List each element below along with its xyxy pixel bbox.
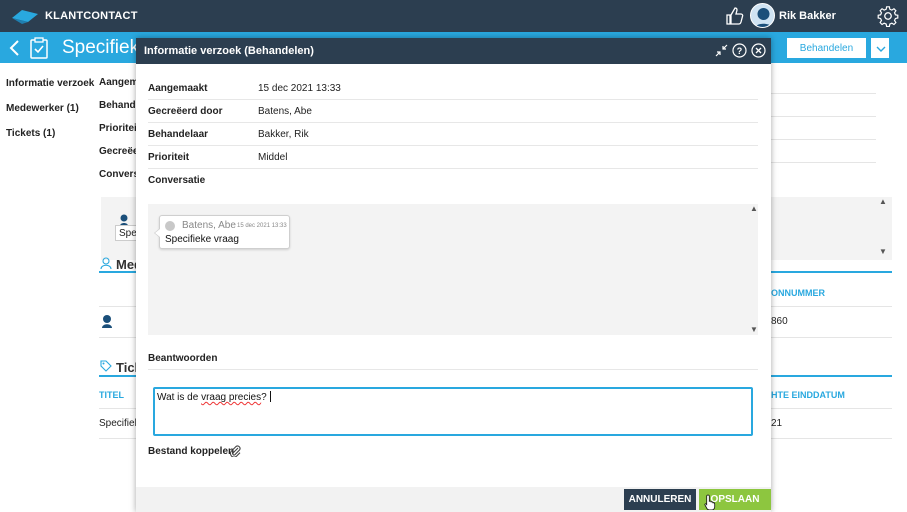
divider [771, 162, 876, 163]
clipboard-check-icon [30, 37, 48, 59]
brand-name: KLANTCONTACT [45, 10, 138, 22]
modal-dialog: Informatie verzoek (Behandelen) ? Aangem… [136, 38, 771, 512]
svg-text:?: ? [737, 46, 743, 56]
scroll-down-icon[interactable]: ▼ [879, 247, 887, 256]
bg-field-label: Prioriteit [99, 123, 141, 134]
field-label-prioriteit: Prioriteit [148, 152, 190, 163]
message-bubble: Batens, Abe 15 dec 2021 13:33 Specifieke… [154, 215, 290, 249]
message-author: Batens, Abe [182, 220, 236, 231]
table-header: ONNUMMER [771, 288, 825, 298]
message-time: 15 dec 2021 13:33 [237, 223, 287, 229]
answer-text: ? [261, 392, 267, 403]
paperclip-icon[interactable] [229, 445, 241, 457]
field-value-aangemaakt: 15 dec 2021 13:33 [258, 83, 341, 94]
table-cell: 860 [771, 316, 788, 327]
table-header: TITEL [99, 390, 124, 400]
person-icon [102, 315, 112, 328]
bg-field-label: Convers [99, 169, 140, 180]
page-title: Specifiek [62, 37, 140, 58]
scroll-down-icon[interactable]: ▼ [750, 325, 758, 334]
top-bar: KLANTCONTACT Rik Bakker [0, 0, 907, 32]
conversation-panel[interactable]: Batens, Abe 15 dec 2021 13:33 Specifieke… [148, 204, 758, 335]
message-text: Specifieke vraag [165, 234, 239, 245]
answer-label: Beantwoorden [148, 353, 218, 364]
divider [148, 145, 758, 146]
back-arrow-icon[interactable] [8, 40, 20, 56]
scroll-up-icon[interactable]: ▲ [750, 204, 758, 213]
table-cell: 21 [771, 418, 783, 429]
divider [771, 116, 876, 117]
field-label-behandelaar: Behandelaar [148, 129, 209, 140]
user-name[interactable]: Rik Bakker [779, 10, 836, 22]
cancel-button[interactable]: ANNULEREN [624, 489, 696, 510]
modal-header: Informatie verzoek (Behandelen) ? [136, 38, 771, 64]
table-header: HTE EINDDATUM [771, 390, 845, 400]
minimize-icon[interactable] [714, 43, 729, 58]
divider [771, 93, 876, 94]
tag-icon [100, 360, 112, 372]
bg-field-label: Gecreëe [99, 146, 139, 157]
close-icon[interactable] [751, 43, 766, 58]
chevron-down-icon [876, 46, 886, 52]
modal-title: Informatie verzoek (Behandelen) [144, 45, 314, 57]
sidebar-item-tickets[interactable]: Tickets (1) [6, 128, 55, 139]
avatar-person-icon [754, 8, 773, 27]
field-value-prioriteit: Middel [258, 152, 288, 163]
divider [148, 369, 758, 370]
sidebar-item-informatie-verzoek[interactable]: Informatie verzoek [6, 78, 94, 89]
logo-icon [12, 10, 38, 24]
divider [148, 122, 758, 123]
text-caret [269, 391, 271, 402]
behandelen-button[interactable]: Behandelen [787, 38, 866, 58]
bg-field-label: Aangem [99, 77, 139, 88]
field-value-gecreeerd-door: Batens, Abe [258, 106, 312, 117]
answer-text: Wat is de [157, 392, 202, 403]
attach-file-label[interactable]: Bestand koppelen [148, 446, 234, 457]
divider [148, 168, 758, 169]
table-cell[interactable]: Specifiek [99, 418, 140, 429]
scroll-up-icon[interactable]: ▲ [879, 197, 887, 206]
conversation-label: Conversatie [148, 175, 206, 186]
gear-icon[interactable] [877, 5, 899, 27]
divider [771, 139, 876, 140]
help-icon[interactable]: ? [732, 43, 747, 58]
field-label-gecreeerd-door: Gecreëerd door [148, 106, 223, 117]
user-outline-icon [100, 257, 112, 269]
bg-field-label: Behande [99, 100, 142, 111]
thumbs-up-icon[interactable] [725, 6, 745, 26]
field-value-behandelaar: Bakker, Rik [258, 129, 309, 140]
action-dropdown-button[interactable] [871, 38, 889, 58]
message-avatar [165, 221, 175, 231]
bg-bubble-text: Spe [119, 228, 137, 239]
answer-textarea[interactable]: Wat is de vraag precies? [153, 387, 753, 436]
hand-cursor-icon [704, 494, 716, 510]
answer-text-spellcheck: vraag precies [201, 392, 262, 403]
user-avatar[interactable] [750, 3, 775, 28]
sidebar-item-medewerker[interactable]: Medewerker (1) [6, 103, 79, 114]
divider [148, 99, 758, 100]
field-label-aangemaakt: Aangemaakt [148, 83, 208, 94]
